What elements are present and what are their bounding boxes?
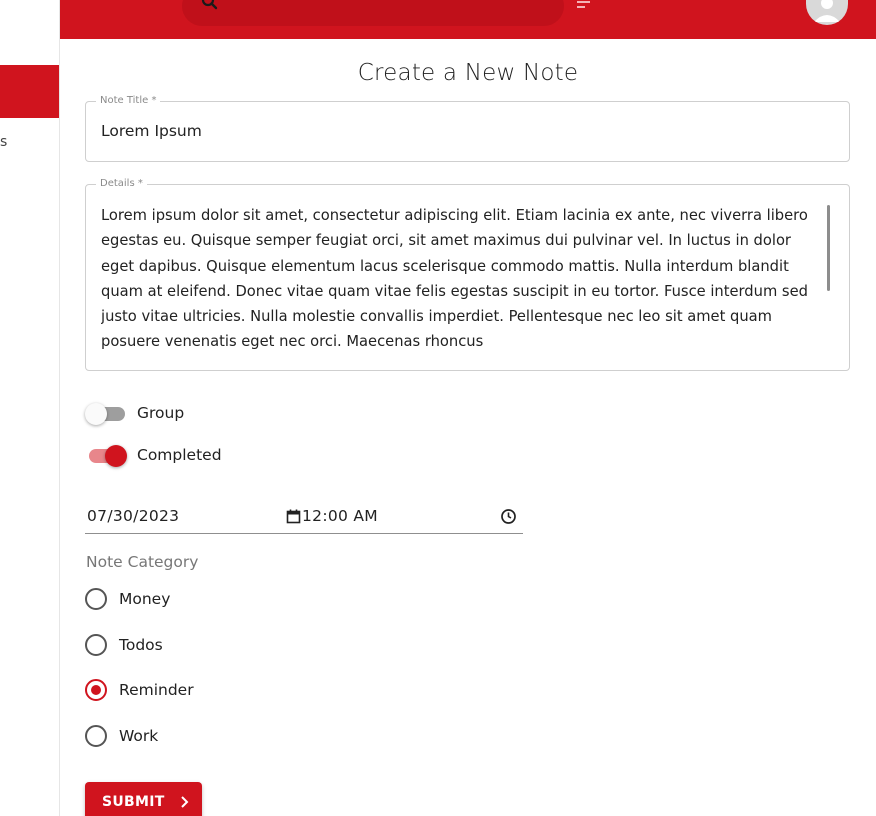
page-title: Create a New Note bbox=[357, 60, 579, 86]
category-option-reminder[interactable]: Reminder bbox=[85, 677, 194, 703]
group-label: Group bbox=[137, 404, 185, 422]
completed-label: Completed bbox=[137, 446, 222, 464]
radio-money[interactable] bbox=[85, 588, 107, 610]
group-toggle[interactable] bbox=[85, 401, 129, 425]
filter-icon[interactable] bbox=[576, 0, 592, 12]
person-icon bbox=[814, 0, 840, 22]
date-value[interactable]: 07/30/2023 bbox=[87, 507, 179, 525]
chevron-right-icon bbox=[180, 796, 189, 808]
completed-toggle-thumb bbox=[105, 445, 127, 467]
radio-todos[interactable] bbox=[85, 634, 107, 656]
radio-money-label[interactable]: Money bbox=[119, 590, 170, 608]
submit-label: SUBMIT bbox=[102, 794, 165, 810]
datetime-input[interactable]: 07/30/2023 12:00 AM bbox=[85, 503, 523, 534]
drawer-item-label[interactable]: s bbox=[0, 134, 7, 150]
search-icon[interactable] bbox=[200, 0, 220, 12]
note-title-field[interactable]: Note Title * Lorem Ipsum bbox=[85, 95, 850, 162]
category-option-todos[interactable]: Todos bbox=[85, 632, 163, 658]
category-option-money[interactable]: Money bbox=[85, 586, 170, 612]
group-switch-row[interactable]: Group bbox=[85, 399, 184, 427]
group-toggle-thumb bbox=[85, 403, 107, 425]
time-value[interactable]: 12:00 AM bbox=[302, 507, 378, 525]
details-field[interactable]: Details * Lorem ipsum dolor sit amet, co… bbox=[85, 178, 850, 371]
calendar-icon[interactable] bbox=[286, 509, 301, 524]
note-title-label: Note Title * bbox=[96, 95, 161, 106]
radio-work-label[interactable]: Work bbox=[119, 727, 158, 745]
drawer-item-active[interactable] bbox=[0, 65, 59, 118]
details-scrollbar[interactable] bbox=[827, 205, 830, 291]
radio-todos-label[interactable]: Todos bbox=[119, 636, 163, 654]
radio-reminder[interactable] bbox=[85, 679, 107, 701]
search-input[interactable] bbox=[182, 0, 564, 26]
note-category-legend: Note Category bbox=[86, 553, 199, 571]
clock-icon[interactable] bbox=[500, 508, 517, 525]
radio-work[interactable] bbox=[85, 725, 107, 747]
side-drawer: s bbox=[0, 0, 60, 816]
radio-reminder-label[interactable]: Reminder bbox=[119, 681, 194, 699]
category-option-work[interactable]: Work bbox=[85, 723, 158, 749]
app-bar bbox=[60, 0, 876, 39]
details-value[interactable]: Lorem ipsum dolor sit amet, consectetur … bbox=[101, 203, 825, 357]
avatar[interactable] bbox=[806, 0, 848, 25]
radio-checked-dot bbox=[91, 685, 101, 695]
details-label: Details * bbox=[96, 178, 147, 189]
completed-switch-row[interactable]: Completed bbox=[85, 441, 222, 469]
submit-button[interactable]: SUBMIT bbox=[85, 782, 202, 816]
note-title-value[interactable]: Lorem Ipsum bbox=[101, 122, 202, 140]
completed-toggle[interactable] bbox=[85, 443, 129, 467]
